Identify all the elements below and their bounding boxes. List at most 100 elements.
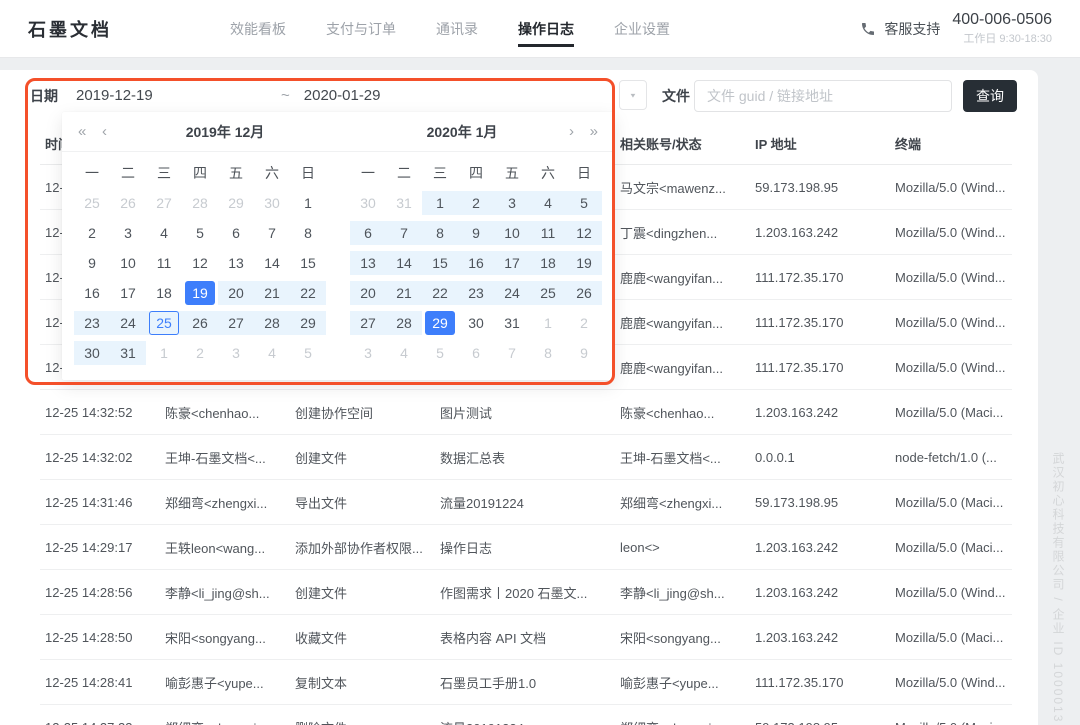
calendar-day[interactable]: 12	[182, 248, 218, 278]
calendar-day[interactable]: 6	[218, 218, 254, 248]
calendar-day[interactable]: 29	[290, 308, 326, 338]
calendar-day[interactable]: 13	[350, 248, 386, 278]
calendar-day[interactable]: 13	[218, 248, 254, 278]
calendar-day[interactable]: 15	[290, 248, 326, 278]
calendar-day[interactable]: 27	[218, 308, 254, 338]
calendar-day[interactable]: 5	[422, 338, 458, 368]
nav-item-2[interactable]: 支付与订单	[326, 0, 396, 58]
date-preset-select[interactable]: ▼	[619, 80, 647, 110]
prev-month-icon[interactable]: ‹	[102, 112, 107, 152]
calendar-day[interactable]: 11	[530, 218, 566, 248]
prev-year-icon[interactable]: «	[78, 112, 86, 152]
date-start-value[interactable]: 2019-12-19	[76, 87, 281, 104]
calendar-day[interactable]: 24	[110, 308, 146, 338]
calendar-day[interactable]: 9	[74, 248, 110, 278]
calendar-day[interactable]: 28	[386, 308, 422, 338]
calendar-day[interactable]: 20	[350, 278, 386, 308]
date-end-value[interactable]: 2020-01-29	[304, 87, 381, 104]
calendar-day[interactable]: 1	[290, 188, 326, 218]
calendar-day[interactable]: 26	[182, 308, 218, 338]
calendar-day[interactable]: 16	[74, 278, 110, 308]
calendar-day[interactable]: 30	[458, 308, 494, 338]
calendar-day[interactable]: 3	[494, 188, 530, 218]
query-button[interactable]: 查询	[963, 80, 1017, 112]
calendar-day[interactable]: 20	[218, 278, 254, 308]
calendar-day[interactable]: 29	[422, 308, 458, 338]
left-month-title[interactable]: 2019年 12月	[125, 112, 325, 152]
calendar-day[interactable]: 22	[290, 278, 326, 308]
calendar-day[interactable]: 21	[386, 278, 422, 308]
calendar-day[interactable]: 2	[182, 338, 218, 368]
calendar-day[interactable]: 16	[458, 248, 494, 278]
calendar-day[interactable]: 8	[422, 218, 458, 248]
calendar-day[interactable]: 5	[566, 188, 602, 218]
calendar-day[interactable]: 14	[386, 248, 422, 278]
calendar-day[interactable]: 18	[530, 248, 566, 278]
calendar-day[interactable]: 4	[254, 338, 290, 368]
calendar-day[interactable]: 27	[350, 308, 386, 338]
calendar-day[interactable]: 8	[290, 218, 326, 248]
calendar-day[interactable]: 26	[110, 188, 146, 218]
calendar-day[interactable]: 25	[74, 188, 110, 218]
calendar-day[interactable]: 26	[566, 278, 602, 308]
calendar-day[interactable]: 17	[110, 278, 146, 308]
app-logo[interactable]: 石墨文档	[28, 16, 112, 42]
calendar-day[interactable]: 3	[350, 338, 386, 368]
calendar-day[interactable]: 7	[494, 338, 530, 368]
nav-item-1[interactable]: 效能看板	[230, 0, 286, 58]
calendar-day[interactable]: 5	[290, 338, 326, 368]
next-month-icon[interactable]: ›	[569, 112, 574, 152]
calendar-day[interactable]: 1	[146, 338, 182, 368]
calendar-day[interactable]: 19	[566, 248, 602, 278]
calendar-day[interactable]: 12	[566, 218, 602, 248]
calendar-day[interactable]: 25	[146, 308, 182, 338]
calendar-day[interactable]: 19	[182, 278, 218, 308]
calendar-day[interactable]: 5	[182, 218, 218, 248]
calendar-day[interactable]: 4	[386, 338, 422, 368]
file-guid-input[interactable]	[694, 80, 952, 112]
next-year-icon[interactable]: »	[590, 112, 598, 152]
support-label[interactable]: 客服支持	[884, 19, 940, 39]
calendar-day[interactable]: 1	[422, 188, 458, 218]
calendar-day[interactable]: 31	[386, 188, 422, 218]
nav-item-4[interactable]: 操作日志	[518, 0, 574, 58]
calendar-day[interactable]: 21	[254, 278, 290, 308]
right-month-title[interactable]: 2020年 1月	[362, 112, 562, 152]
calendar-day[interactable]: 3	[110, 218, 146, 248]
calendar-day[interactable]: 6	[350, 218, 386, 248]
calendar-day[interactable]: 25	[530, 278, 566, 308]
calendar-day[interactable]: 2	[566, 308, 602, 338]
calendar-day[interactable]: 9	[566, 338, 602, 368]
calendar-day[interactable]: 10	[110, 248, 146, 278]
calendar-day[interactable]: 15	[422, 248, 458, 278]
calendar-day[interactable]: 7	[386, 218, 422, 248]
calendar-day[interactable]: 23	[74, 308, 110, 338]
calendar-day[interactable]: 31	[494, 308, 530, 338]
calendar-day[interactable]: 7	[254, 218, 290, 248]
calendar-day[interactable]: 28	[182, 188, 218, 218]
calendar-day[interactable]: 24	[494, 278, 530, 308]
calendar-day[interactable]: 30	[74, 338, 110, 368]
calendar-day[interactable]: 10	[494, 218, 530, 248]
calendar-day[interactable]: 2	[458, 188, 494, 218]
calendar-day[interactable]: 2	[74, 218, 110, 248]
calendar-day[interactable]: 11	[146, 248, 182, 278]
calendar-day[interactable]: 23	[458, 278, 494, 308]
calendar-day[interactable]: 31	[110, 338, 146, 368]
calendar-day[interactable]: 18	[146, 278, 182, 308]
date-range-input[interactable]: 2019-12-19 ~ 2020-01-29	[62, 78, 610, 112]
calendar-day[interactable]: 4	[530, 188, 566, 218]
calendar-day[interactable]: 30	[350, 188, 386, 218]
calendar-day[interactable]: 4	[146, 218, 182, 248]
calendar-day[interactable]: 9	[458, 218, 494, 248]
calendar-day[interactable]: 6	[458, 338, 494, 368]
calendar-day[interactable]: 22	[422, 278, 458, 308]
calendar-day[interactable]: 29	[218, 188, 254, 218]
calendar-day[interactable]: 8	[530, 338, 566, 368]
nav-item-3[interactable]: 通讯录	[436, 0, 478, 58]
calendar-day[interactable]: 17	[494, 248, 530, 278]
calendar-day[interactable]: 27	[146, 188, 182, 218]
calendar-day[interactable]: 28	[254, 308, 290, 338]
calendar-day[interactable]: 1	[530, 308, 566, 338]
nav-item-5[interactable]: 企业设置	[614, 0, 670, 58]
